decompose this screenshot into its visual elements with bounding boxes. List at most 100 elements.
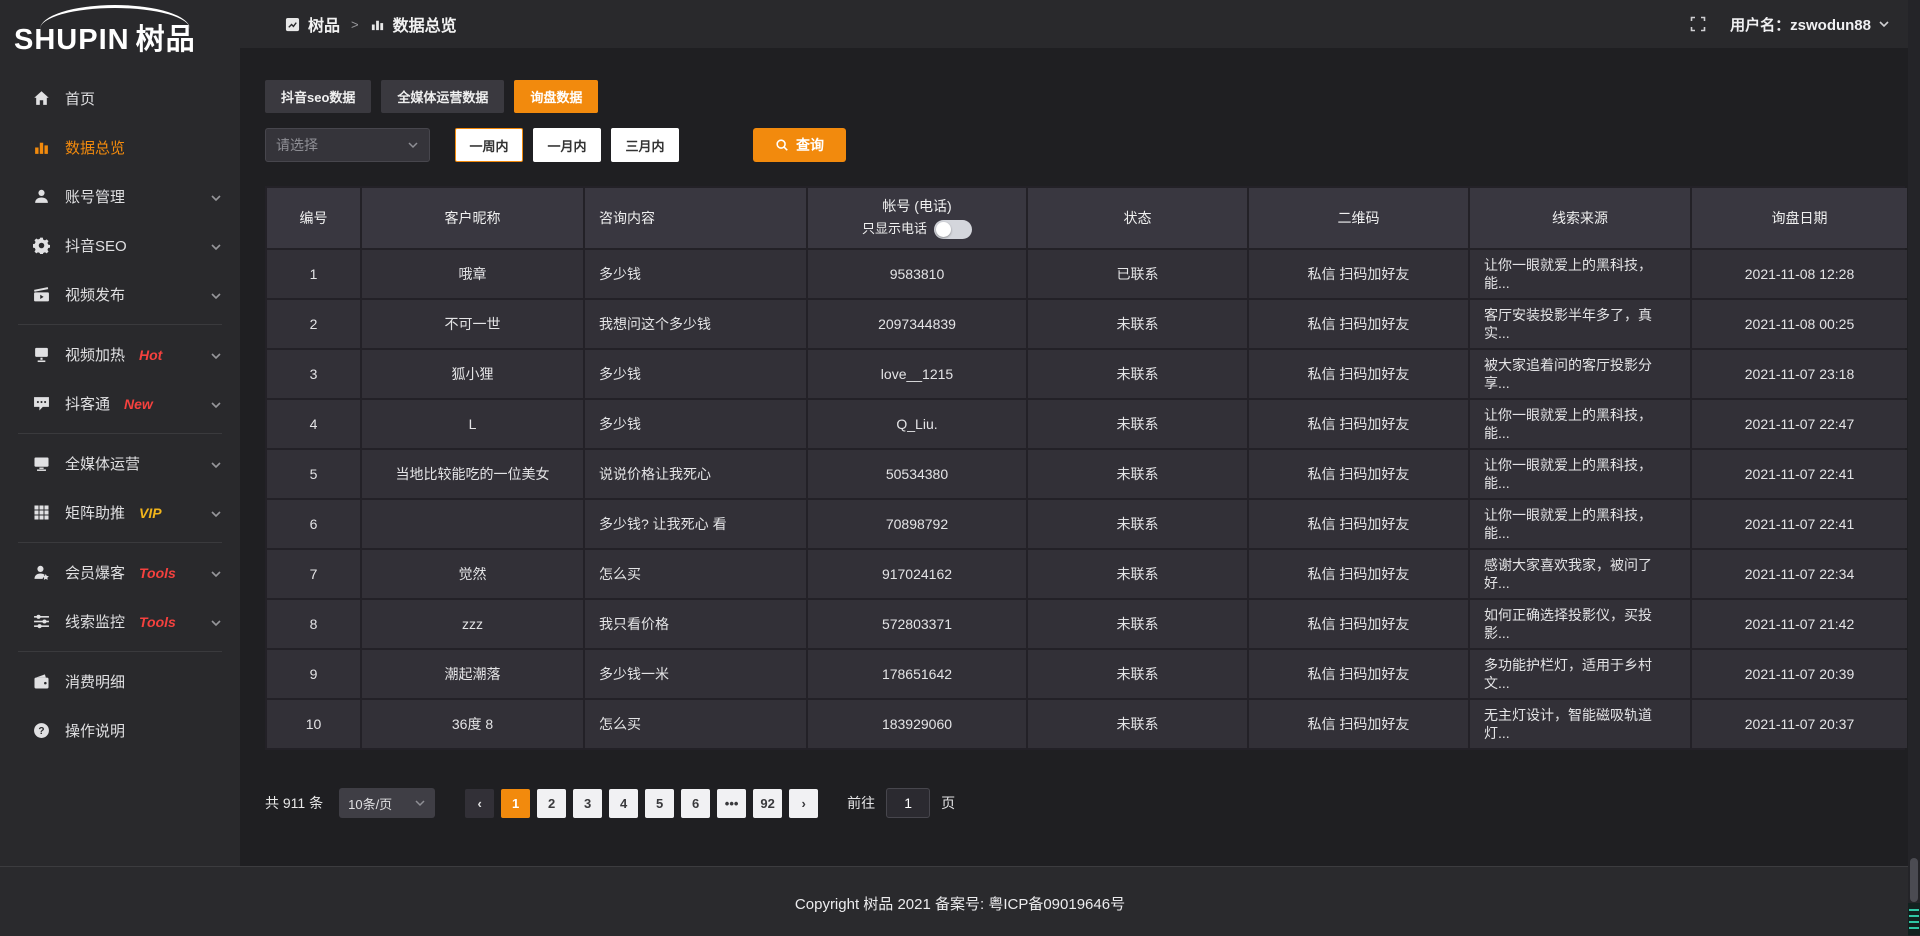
page-button[interactable]: 1 <box>501 789 530 818</box>
sidebar-item-omnimedia-operation[interactable]: 全媒体运营 <box>0 439 240 488</box>
lead-source-link[interactable]: 让你一眼就爱上的黑科技，能... <box>1470 250 1690 298</box>
select-placeholder: 请选择 <box>276 135 318 155</box>
account-phone: 50534380 <box>808 450 1026 498</box>
inquiry-date: 2021-11-07 22:41 <box>1692 450 1907 498</box>
sidebar-item-member-leads[interactable]: 会员爆客Tools <box>0 548 240 597</box>
scrollbar-track[interactable] <box>1908 0 1920 936</box>
status-label: 未联系 <box>1028 400 1247 448</box>
lead-source-link[interactable]: 让你一眼就爱上的黑科技，能... <box>1470 450 1690 498</box>
sidebar: SHUPIN树品 首页数据总览账号管理抖音SEO视频发布视频加热Hot抖客通Ne… <box>0 0 240 866</box>
inquiry-content: 多少钱 <box>585 400 806 448</box>
row-index: 7 <box>267 550 360 598</box>
breadcrumb-separator: > <box>351 17 359 32</box>
lead-source-link[interactable]: 无主灯设计，智能磁吸轨道灯... <box>1470 700 1690 748</box>
status-label: 未联系 <box>1028 650 1247 698</box>
sidebar-item-matrix-boost[interactable]: 矩阵助推VIP <box>0 488 240 537</box>
page-button[interactable]: 92 <box>753 789 782 818</box>
sidebar-item-home[interactable]: 首页 <box>0 74 240 123</box>
page-button[interactable]: 4 <box>609 789 638 818</box>
tab-omnimedia-data[interactable]: 全媒体运营数据 <box>381 80 504 113</box>
inquiry-content: 多少钱 <box>585 350 806 398</box>
lead-source-link[interactable]: 感谢大家喜欢我家，被问了好... <box>1470 550 1690 598</box>
breadcrumb: 树品 > 数据总览 <box>285 12 457 36</box>
page-button[interactable]: 5 <box>645 789 674 818</box>
lead-source-link[interactable]: 多功能护栏灯，适用于乡村文... <box>1470 650 1690 698</box>
page-button[interactable]: 6 <box>681 789 710 818</box>
goto-page-input[interactable]: 1 <box>886 788 930 818</box>
lead-source-link[interactable]: 让你一眼就爱上的黑科技，能... <box>1470 400 1690 448</box>
qrcode-actions[interactable]: 私信 扫码加好友 <box>1249 300 1468 348</box>
goto-page: 前往 1 页 <box>847 788 955 818</box>
breadcrumb-root[interactable]: 树品 <box>308 12 340 36</box>
inquiry-content: 我想问这个多少钱 <box>585 300 806 348</box>
more-pages-button[interactable]: ••• <box>717 789 746 818</box>
scrollbar-thumb[interactable] <box>1910 858 1918 902</box>
query-button[interactable]: 查询 <box>753 128 846 162</box>
account-phone: 70898792 <box>808 500 1026 548</box>
tab-inquiry-data[interactable]: 询盘数据 <box>514 80 598 113</box>
sidebar-item-data-overview[interactable]: 数据总览 <box>0 123 240 172</box>
row-index: 5 <box>267 450 360 498</box>
inquiry-date: 2021-11-07 21:42 <box>1692 600 1907 648</box>
customer-nickname: L <box>362 400 583 448</box>
sidebar-item-consumption-detail[interactable]: 消费明细 <box>0 657 240 706</box>
col-header-qrcode: 二维码 <box>1249 188 1468 248</box>
qrcode-actions[interactable]: 私信 扫码加好友 <box>1249 650 1468 698</box>
range-one-month-button[interactable]: 一月内 <box>533 128 601 162</box>
account-phone: 9583810 <box>808 250 1026 298</box>
table-row: 1036度 8怎么买183929060未联系私信 扫码加好友无主灯设计，智能磁吸… <box>267 700 1903 748</box>
table-row: 7觉然怎么买917024162未联系私信 扫码加好友感谢大家喜欢我家，被问了好.… <box>267 550 1903 598</box>
row-index: 9 <box>267 650 360 698</box>
gear-icon <box>33 237 50 254</box>
filter-select[interactable]: 请选择 <box>265 128 430 162</box>
customer-nickname: zzz <box>362 600 583 648</box>
phone-only-toggle[interactable] <box>934 220 972 239</box>
lead-source-link[interactable]: 被大家追着问的客厅投影分享... <box>1470 350 1690 398</box>
sidebar-item-operation-guide[interactable]: ?操作说明 <box>0 706 240 755</box>
range-one-week-button[interactable]: 一周内 <box>455 128 523 162</box>
qrcode-actions[interactable]: 私信 扫码加好友 <box>1249 350 1468 398</box>
lead-source-link[interactable]: 如何正确选择投影仪，买投影... <box>1470 600 1690 648</box>
user-menu[interactable]: 用户名：zswodun88 <box>1730 14 1890 35</box>
app-icon <box>285 17 300 32</box>
qrcode-actions[interactable]: 私信 扫码加好友 <box>1249 450 1468 498</box>
page-button[interactable]: 2 <box>537 789 566 818</box>
status-label: 未联系 <box>1028 300 1247 348</box>
sidebar-item-lead-monitor[interactable]: 线索监控Tools <box>0 597 240 646</box>
page-size-select[interactable]: 10条/页 <box>339 788 435 818</box>
status-label: 未联系 <box>1028 700 1247 748</box>
sidebar-item-badge: Tools <box>139 565 176 581</box>
member-icon <box>33 564 50 581</box>
sidebar-item-douketong[interactable]: 抖客通New <box>0 379 240 428</box>
range-three-months-button[interactable]: 三月内 <box>611 128 679 162</box>
chevron-down-icon <box>414 797 426 809</box>
sidebar-item-video-heating[interactable]: 视频加热Hot <box>0 330 240 379</box>
qrcode-actions[interactable]: 私信 扫码加好友 <box>1249 600 1468 648</box>
page-button[interactable]: 3 <box>573 789 602 818</box>
sidebar-item-video-publish[interactable]: 视频发布 <box>0 270 240 319</box>
sliders-icon <box>33 613 50 630</box>
goto-suffix: 页 <box>941 793 955 813</box>
prev-page-button[interactable]: ‹ <box>465 789 494 818</box>
monitor-icon <box>33 455 50 472</box>
qrcode-actions[interactable]: 私信 扫码加好友 <box>1249 500 1468 548</box>
lead-source-link[interactable]: 让你一眼就爱上的黑科技，能... <box>1470 500 1690 548</box>
qrcode-actions[interactable]: 私信 扫码加好友 <box>1249 400 1468 448</box>
sidebar-item-badge: VIP <box>139 505 162 521</box>
fullscreen-icon[interactable] <box>1690 16 1706 32</box>
chevron-down-icon <box>210 458 222 470</box>
bar-chart-icon <box>370 17 385 32</box>
qrcode-actions[interactable]: 私信 扫码加好友 <box>1249 250 1468 298</box>
qrcode-actions[interactable]: 私信 扫码加好友 <box>1249 550 1468 598</box>
lead-source-link[interactable]: 客厅安装投影半年多了，真实... <box>1470 300 1690 348</box>
sidebar-divider <box>18 324 222 325</box>
tab-douyin-seo-data[interactable]: 抖音seo数据 <box>265 80 371 113</box>
sidebar-item-douyin-seo[interactable]: 抖音SEO <box>0 221 240 270</box>
account-phone: 917024162 <box>808 550 1026 598</box>
chevron-down-icon <box>210 567 222 579</box>
data-tabs: 抖音seo数据 全媒体运营数据 询盘数据 <box>265 80 598 113</box>
next-page-button[interactable]: › <box>789 789 818 818</box>
sidebar-divider <box>18 433 222 434</box>
sidebar-item-account-management[interactable]: 账号管理 <box>0 172 240 221</box>
qrcode-actions[interactable]: 私信 扫码加好友 <box>1249 700 1468 748</box>
